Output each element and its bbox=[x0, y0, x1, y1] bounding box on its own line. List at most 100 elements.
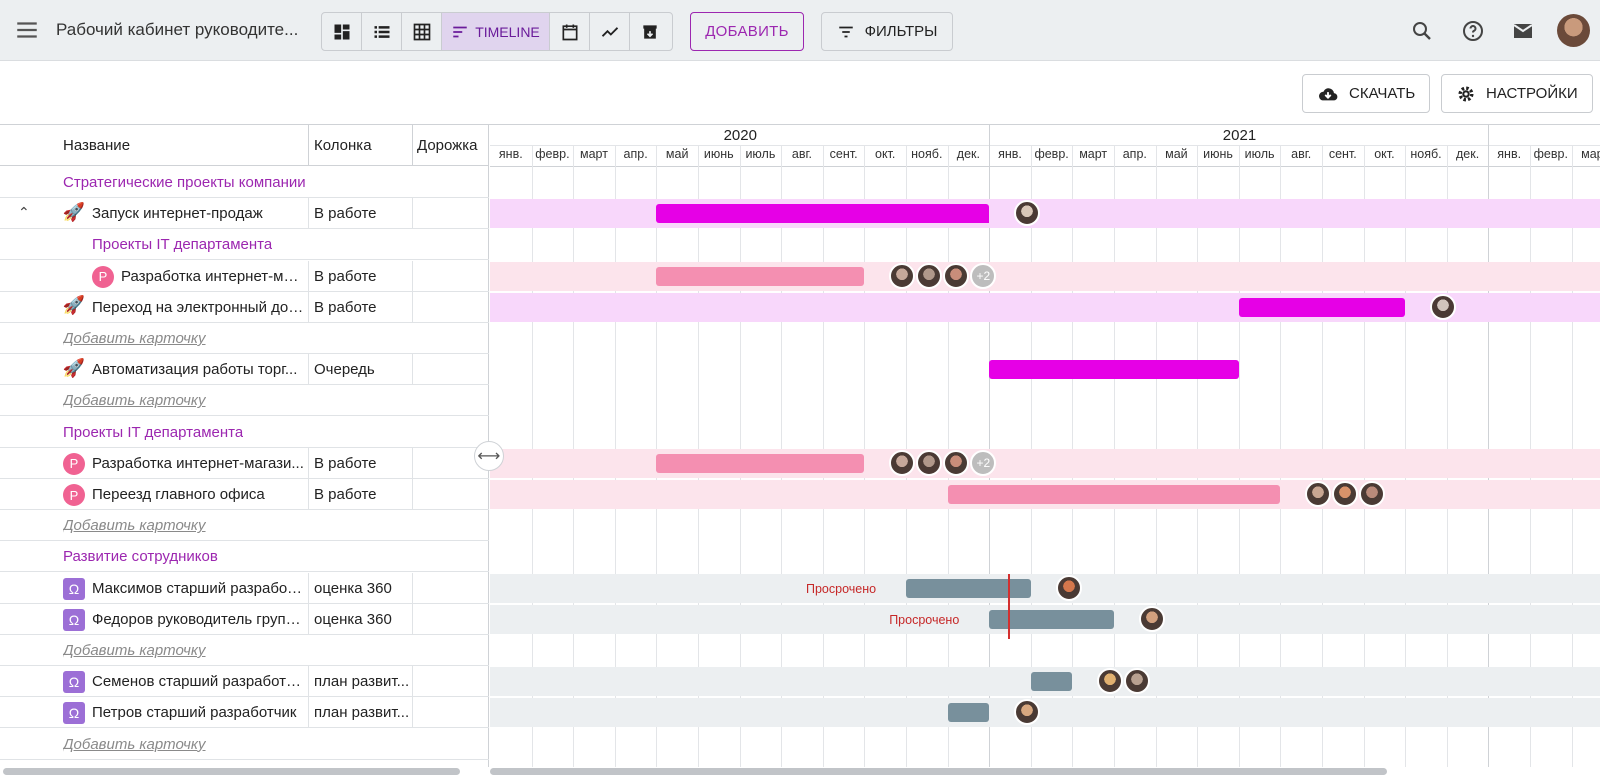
search-icon[interactable] bbox=[1410, 19, 1434, 43]
resize-handle[interactable]: ⟷ bbox=[474, 441, 504, 471]
left-scrollbar[interactable] bbox=[3, 768, 460, 775]
timeline-bar[interactable] bbox=[656, 204, 990, 224]
filters-label: ФИЛЬТРЫ bbox=[864, 23, 938, 40]
p-badge-icon: P bbox=[92, 265, 114, 288]
menu-icon[interactable] bbox=[14, 17, 40, 43]
group-title: Проекты IT департамента bbox=[63, 423, 244, 441]
add-card-link[interactable]: Добавить карточку bbox=[63, 642, 206, 659]
download-button[interactable]: СКАЧАТЬ bbox=[1302, 74, 1431, 113]
table-row[interactable]: Семенов старший разработч... Ωплан развит… bbox=[0, 666, 489, 698]
column-header-lane[interactable]: Дорожка bbox=[417, 137, 477, 154]
timeline-bar[interactable] bbox=[656, 266, 865, 286]
table-row[interactable]: Добавить карточку bbox=[0, 385, 489, 417]
omega-icon: Ω bbox=[63, 608, 85, 631]
column-header-name[interactable]: Название bbox=[63, 137, 130, 154]
view-archive-button[interactable] bbox=[630, 13, 670, 50]
more-assignees-badge[interactable]: +2 bbox=[970, 262, 997, 289]
table-row[interactable]: Стратегические проекты компании bbox=[0, 167, 489, 198]
assignee-avatar[interactable] bbox=[916, 449, 943, 476]
month-label: март bbox=[1079, 147, 1108, 161]
month-label: сент. bbox=[1328, 147, 1357, 161]
more-assignees-badge[interactable]: +2 bbox=[970, 449, 997, 476]
assignee-avatar[interactable] bbox=[889, 262, 916, 289]
assignee-avatar[interactable] bbox=[1430, 293, 1457, 320]
timeline-bar[interactable] bbox=[1238, 297, 1406, 317]
timeline-grid: Название Колонка Дорожка Стратегические … bbox=[0, 124, 1600, 767]
table-row[interactable]: Добавить карточку bbox=[0, 323, 489, 354]
download-label: СКАЧАТЬ bbox=[1349, 85, 1416, 102]
view-chart-button[interactable] bbox=[590, 13, 630, 50]
app-bar: Рабочий кабинет руководите... TIMELINE Д… bbox=[0, 0, 1600, 61]
table-row[interactable]: Запуск интернет-продаж 🚀 В работе ⌃ bbox=[0, 198, 489, 230]
table-row[interactable]: Переход на электронный док... 🚀 В работе bbox=[0, 291, 489, 323]
view-table-button[interactable] bbox=[402, 13, 442, 50]
omega-icon: Ω bbox=[63, 577, 85, 600]
view-calendar-button[interactable] bbox=[550, 13, 590, 50]
assignee-avatar[interactable] bbox=[889, 449, 916, 476]
table-row[interactable]: Развитие сотрудников bbox=[0, 541, 489, 573]
column-divider bbox=[412, 198, 413, 230]
add-card-link[interactable]: Добавить карточку bbox=[63, 517, 206, 534]
timeline-bar[interactable] bbox=[947, 703, 990, 723]
timeline-bar[interactable] bbox=[947, 485, 1281, 504]
month-label: апр. bbox=[1122, 147, 1147, 161]
column-header-column[interactable]: Колонка bbox=[314, 137, 372, 154]
table-row[interactable]: Максимов старший разработ... Ωоценка 360 bbox=[0, 572, 489, 604]
assignee-avatar[interactable] bbox=[1055, 574, 1082, 601]
column-divider bbox=[308, 198, 309, 230]
help-icon[interactable] bbox=[1461, 19, 1485, 43]
table-row[interactable]: Автоматизация работы торг... 🚀 Очередь bbox=[0, 354, 489, 386]
column-divider bbox=[412, 666, 413, 698]
add-button[interactable]: ДОБАВИТЬ bbox=[690, 12, 804, 51]
table-row[interactable]: Добавить карточку bbox=[0, 510, 489, 542]
month-label: нояб. bbox=[911, 147, 943, 161]
timeline-bar[interactable] bbox=[656, 453, 865, 473]
add-card-link[interactable]: Добавить карточку bbox=[63, 736, 206, 753]
assignee-avatar[interactable] bbox=[943, 262, 970, 289]
settings-button[interactable]: НАСТРОЙКИ bbox=[1441, 74, 1593, 113]
grid-icon bbox=[413, 23, 430, 40]
column-divider bbox=[308, 697, 309, 729]
month-label: апр. bbox=[623, 147, 648, 161]
add-card-link[interactable]: Добавить карточку bbox=[63, 392, 206, 409]
add-card-link[interactable]: Добавить карточку bbox=[63, 330, 206, 347]
card-title: Разработка интернет-ма... bbox=[121, 267, 304, 285]
timeline-scrollbar[interactable] bbox=[490, 768, 1387, 775]
table-row[interactable]: Добавить карточку bbox=[0, 635, 489, 666]
assignee-avatar[interactable] bbox=[916, 262, 943, 289]
user-avatar[interactable] bbox=[1557, 14, 1590, 47]
table-row[interactable]: Добавить карточку bbox=[0, 729, 489, 760]
table-row[interactable]: Разработка интернет-магази... P В работе bbox=[0, 447, 489, 479]
timeline-bar[interactable] bbox=[989, 360, 1239, 380]
column-divider bbox=[308, 291, 309, 323]
table-row[interactable]: Проекты IT департамента bbox=[0, 229, 489, 261]
card-column: В работе bbox=[314, 454, 377, 472]
view-board-button[interactable] bbox=[322, 13, 362, 50]
table-row[interactable]: Федоров руководитель групп... Ωоценка 360 bbox=[0, 603, 489, 635]
filters-button[interactable]: ФИЛЬТРЫ bbox=[821, 12, 953, 51]
column-divider bbox=[308, 603, 309, 635]
timeline-bar[interactable] bbox=[1030, 672, 1073, 692]
p-badge-icon: P bbox=[63, 452, 85, 475]
month-label: февр. bbox=[535, 147, 570, 161]
card-column: оценка 360 bbox=[314, 579, 392, 597]
p-badge-icon: P bbox=[63, 484, 85, 506]
table-row[interactable]: Петров старший разработчик Ωплан развит..… bbox=[0, 697, 489, 729]
assignee-avatar[interactable] bbox=[1138, 605, 1165, 632]
view-timeline-button[interactable]: TIMELINE bbox=[442, 13, 550, 50]
timeline-bar[interactable] bbox=[906, 578, 1031, 598]
group-title: Стратегические проекты компании bbox=[63, 174, 306, 191]
month-label: авг. bbox=[1291, 147, 1312, 161]
table-row[interactable]: Переезд главного офиса P В работе bbox=[0, 479, 489, 510]
table-row[interactable]: Разработка интернет-ма... P В работе bbox=[0, 260, 489, 292]
chevron-up-icon[interactable]: ⌃ bbox=[18, 204, 30, 221]
view-list-button[interactable] bbox=[362, 13, 402, 50]
month-label: мар bbox=[1581, 147, 1600, 161]
table-row[interactable]: Проекты IT департамента bbox=[0, 417, 489, 448]
timeline-icon bbox=[453, 26, 467, 37]
mail-icon[interactable] bbox=[1511, 19, 1535, 43]
assignee-avatar[interactable] bbox=[943, 449, 970, 476]
card-column: Очередь bbox=[314, 361, 375, 379]
overdue-label: Просрочено bbox=[806, 581, 877, 596]
month-label: дек. bbox=[956, 147, 980, 161]
